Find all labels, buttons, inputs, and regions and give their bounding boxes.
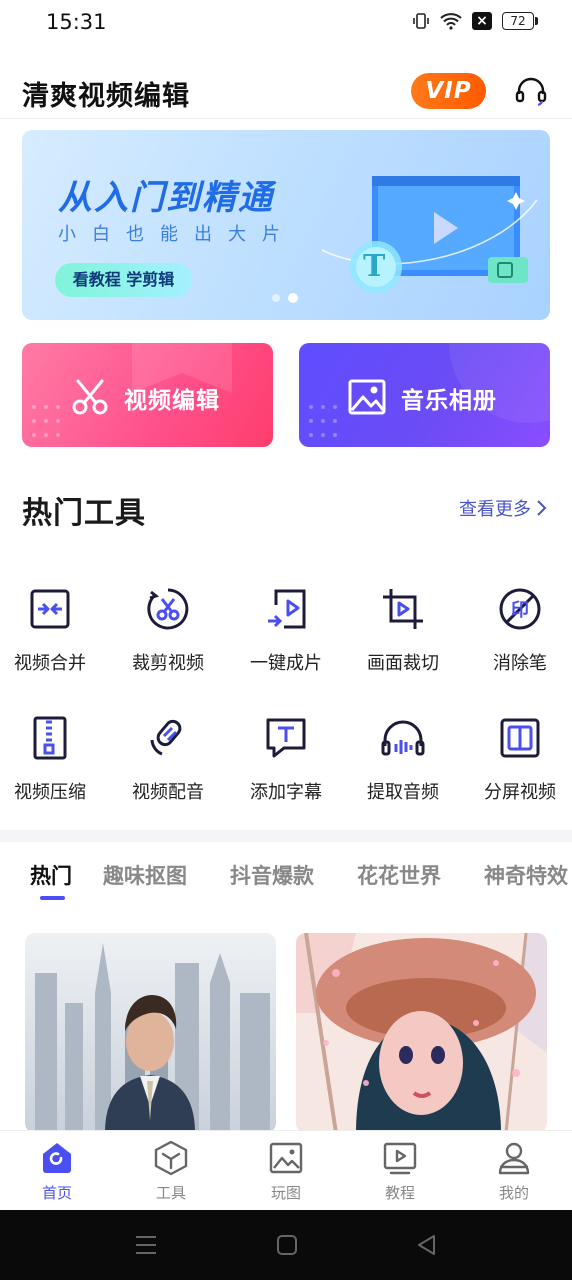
- tool-eraser[interactable]: 印 消除笔: [463, 585, 572, 675]
- tool-label: 分屏视频: [484, 782, 556, 803]
- subtitle-icon: [266, 718, 306, 758]
- template-card[interactable]: [25, 933, 276, 1133]
- businessman-image: [25, 933, 276, 1133]
- wifi-icon: [440, 13, 462, 30]
- tab-flower-world[interactable]: 花花世界: [357, 860, 441, 890]
- tab-fun-cutout[interactable]: 趣味抠图: [103, 860, 187, 890]
- tool-crop[interactable]: 画面裁切: [346, 585, 460, 675]
- home-icon: [43, 1143, 71, 1173]
- home-button-icon[interactable]: [276, 1234, 298, 1256]
- status-time: 15:31: [46, 10, 107, 34]
- tab-magic-effects[interactable]: 神奇特效: [484, 860, 568, 890]
- tab-douyin-hits[interactable]: 抖音爆款: [230, 860, 314, 890]
- tool-compress[interactable]: 视频压缩: [0, 714, 107, 804]
- no-sim-icon: ×: [472, 12, 492, 30]
- split-screen-icon: [500, 718, 540, 758]
- header-divider: [0, 118, 572, 119]
- tool-video-merge[interactable]: 视频合并: [0, 585, 107, 675]
- image-icon: [269, 1142, 303, 1174]
- nav-profile[interactable]: 我的: [479, 1140, 549, 1203]
- tool-subtitle[interactable]: 添加字幕: [229, 714, 343, 804]
- tool-label: 视频合并: [14, 653, 86, 674]
- tab-active-indicator: [40, 896, 65, 900]
- tool-label: 提取音频: [367, 782, 439, 803]
- crop-icon: [383, 589, 423, 629]
- back-icon[interactable]: [416, 1234, 438, 1256]
- tool-label: 消除笔: [493, 653, 547, 674]
- tool-one-click[interactable]: 一键成片: [229, 585, 343, 675]
- eraser-icon: 印: [499, 588, 541, 630]
- tool-label: 一键成片: [250, 653, 322, 674]
- picture-icon: [348, 379, 386, 415]
- nav-label: 工具: [155, 1184, 186, 1202]
- tool-cut-video[interactable]: 裁剪视频: [111, 585, 225, 675]
- cut-icon: [147, 588, 189, 630]
- banner-indicator-dot[interactable]: [272, 294, 280, 302]
- see-more-link[interactable]: 查看更多: [459, 495, 547, 521]
- tab-hot[interactable]: 热门: [30, 860, 72, 890]
- compress-icon: [33, 716, 67, 760]
- svg-text:印: 印: [511, 600, 529, 621]
- tool-label: 添加字幕: [250, 782, 322, 803]
- app-title: 清爽视频编辑: [22, 81, 190, 112]
- vibrate-icon: [413, 13, 429, 29]
- anime-girl-image: [296, 933, 547, 1133]
- hot-tools-title: 热门工具: [22, 496, 146, 531]
- dubbing-icon: [150, 719, 182, 756]
- menu-icon[interactable]: [134, 1234, 158, 1256]
- status-icons: × 72: [412, 12, 538, 30]
- nav-label: 教程: [384, 1184, 415, 1202]
- nav-label: 我的: [498, 1184, 529, 1202]
- tool-dubbing[interactable]: 视频配音: [111, 714, 225, 804]
- tool-label: 画面裁切: [367, 653, 439, 674]
- nav-tools[interactable]: 工具: [136, 1140, 206, 1203]
- tool-label: 视频压缩: [14, 782, 86, 803]
- customer-service-icon[interactable]: [514, 74, 548, 108]
- nav-play-image[interactable]: 玩图: [251, 1140, 321, 1203]
- tools-icon: [154, 1140, 188, 1176]
- nav-label: 玩图: [270, 1184, 301, 1202]
- audio-extract-icon: [381, 720, 425, 756]
- chevron-right-icon: [537, 500, 547, 516]
- banner-subtitle: 小白也能出大片: [58, 224, 296, 245]
- nav-tutorial[interactable]: 教程: [365, 1140, 435, 1203]
- tutorial-banner[interactable]: T 从入门到精通 小白也能出大片 看教程 学剪辑: [22, 130, 550, 320]
- nav-label: 首页: [41, 1184, 72, 1202]
- video-edit-label: 视频编辑: [124, 388, 220, 414]
- section-divider: [0, 830, 572, 842]
- tool-audio-extract[interactable]: 提取音频: [346, 714, 460, 804]
- tool-label: 视频配音: [132, 782, 204, 803]
- tutorial-icon: [383, 1142, 417, 1175]
- nav-home[interactable]: 首页: [22, 1140, 92, 1203]
- banner-t-letter: T: [363, 249, 386, 284]
- battery-icon: 72: [502, 12, 538, 30]
- system-nav-bar: [0, 1210, 572, 1280]
- music-album-button[interactable]: 音乐相册: [299, 343, 550, 447]
- tool-label: 裁剪视频: [132, 653, 204, 674]
- merge-icon: [30, 589, 70, 629]
- vip-button[interactable]: VIP: [411, 73, 486, 109]
- profile-icon: [498, 1142, 530, 1175]
- music-album-label: 音乐相册: [401, 388, 497, 414]
- banner-tutorial-button[interactable]: 看教程 学剪辑: [55, 263, 192, 297]
- banner-title: 从入门到精通: [58, 178, 274, 218]
- see-more-label: 查看更多: [459, 499, 531, 520]
- banner-indicator-dot-active[interactable]: [288, 293, 298, 303]
- tool-split-screen[interactable]: 分屏视频: [463, 714, 572, 804]
- oneclick-icon: [268, 589, 306, 629]
- template-card[interactable]: [296, 933, 547, 1133]
- scissors-icon: [72, 379, 108, 415]
- video-edit-button[interactable]: 视频编辑: [22, 343, 273, 447]
